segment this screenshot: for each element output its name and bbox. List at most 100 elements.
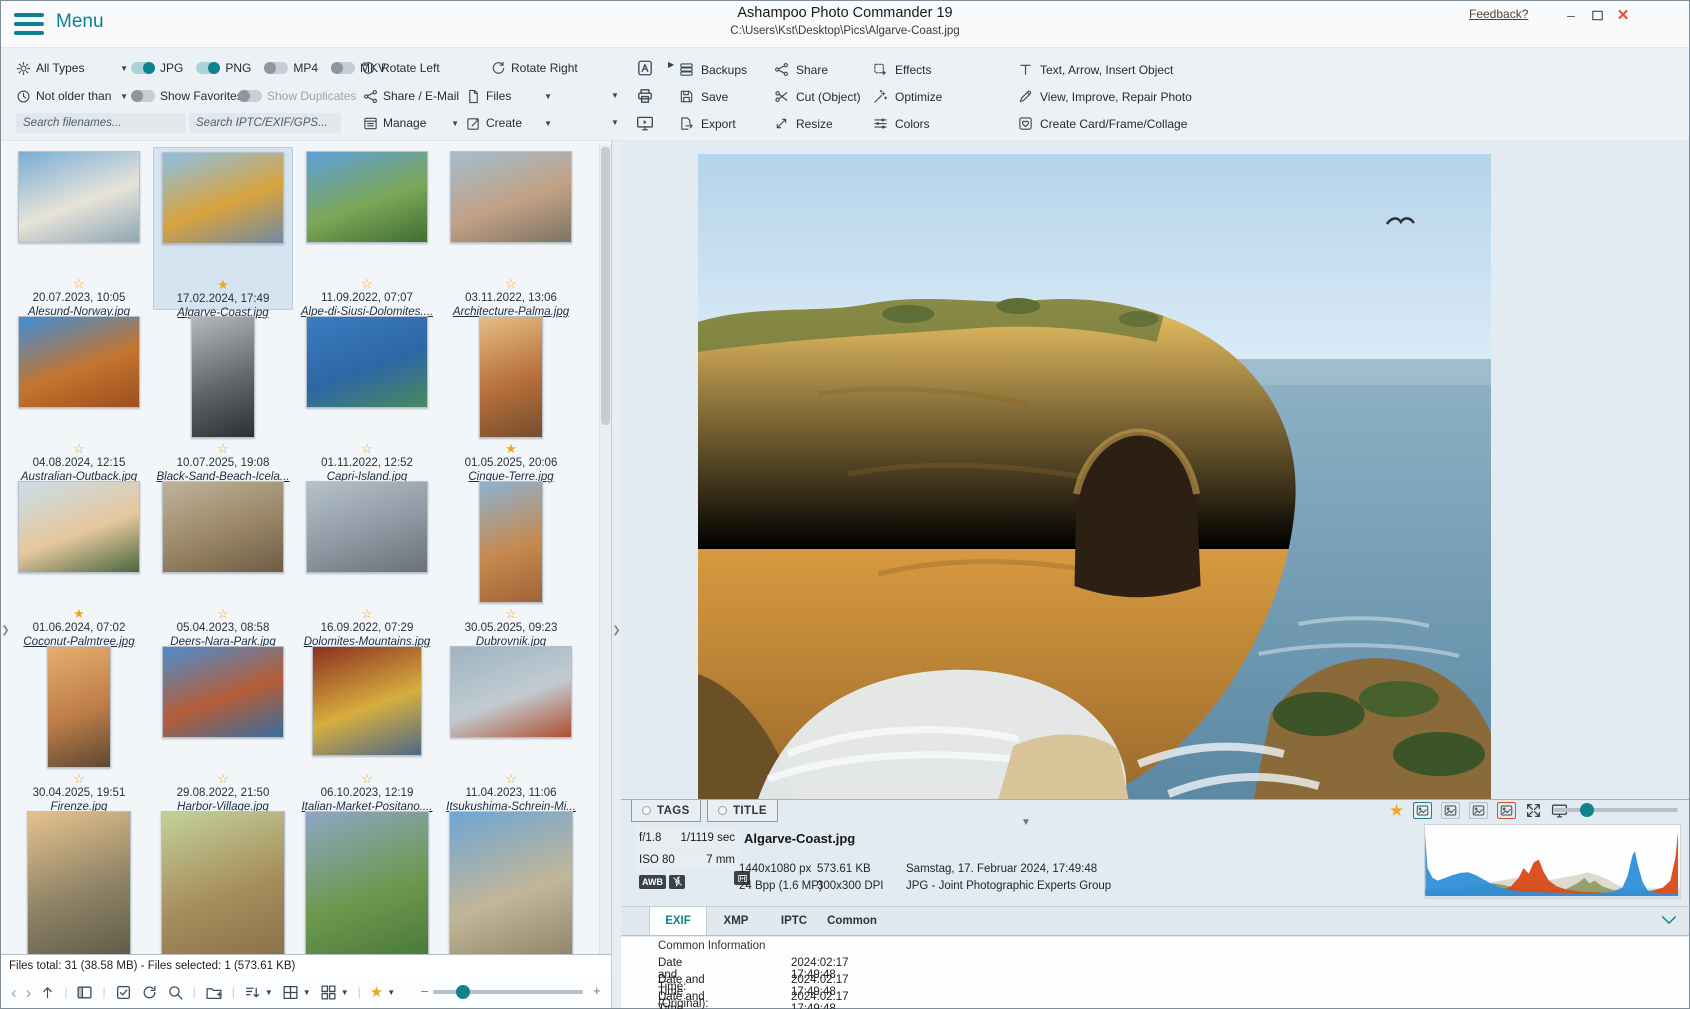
create-button[interactable]: Create ▼ <box>466 111 552 135</box>
files-button[interactable]: Files ▼ <box>466 84 552 108</box>
chevron-down-icon[interactable]: ▼ <box>611 118 619 127</box>
thumbnail-image[interactable] <box>47 646 111 768</box>
minimize-button[interactable]: – <box>1561 6 1581 24</box>
thumbnail-cell[interactable]: ☆05.04.2023, 08:58Deers-Nara-Park.jpg <box>153 477 293 640</box>
preview-zoom-slider[interactable] <box>1554 808 1678 812</box>
rotate-left-button[interactable]: Rotate Left <box>361 56 440 80</box>
thumbnail-image[interactable] <box>312 646 422 756</box>
thumbnail-image[interactable] <box>161 811 285 956</box>
chevron-down-icon[interactable]: ▼ <box>303 988 311 997</box>
thumbnail-cell[interactable]: ★17.02.2024, 17:49Algarve-Coast.jpg <box>153 147 293 310</box>
star-outline-icon[interactable]: ☆ <box>153 772 293 787</box>
export-pdf-button[interactable] <box>636 59 654 77</box>
thumbnail-cell[interactable]: ☆11.04.2023, 11:06Itsukushima-Schrein-Mi… <box>441 642 581 805</box>
thumbnail-image[interactable] <box>191 316 255 438</box>
zoom-in-label[interactable]: + <box>593 983 601 998</box>
share-button[interactable]: Share <box>774 56 861 83</box>
back-button[interactable]: ‹ <box>11 984 17 1001</box>
thumbnail-zoom-slider[interactable] <box>433 990 583 994</box>
thumbnail-image[interactable] <box>450 151 572 243</box>
print-button[interactable] <box>636 87 654 105</box>
menu-button[interactable]: Menu <box>56 11 104 33</box>
thumbnail-cell[interactable]: ☆10.07.2025, 19:08Black-Sand-Beach-Icela… <box>153 312 293 475</box>
view-improve-repair-photo-button[interactable]: View, Improve, Repair Photo <box>1018 83 1192 110</box>
thumbnail-cell[interactable]: ★01.05.2025, 20:06Cinque-Terre.jpg <box>441 312 581 475</box>
thumbnail-cell[interactable]: ☆01.11.2022, 12:52Capri-Island.jpg <box>297 312 437 475</box>
thumbnail-cell[interactable]: ☆04.08.2024, 12:15Australian-Outback.jpg <box>9 312 149 475</box>
save-button[interactable]: Save <box>679 83 747 110</box>
view-mode-3-button[interactable] <box>1469 802 1488 819</box>
thumbnail-image[interactable] <box>18 151 140 243</box>
details-chevron-down-icon[interactable] <box>1659 910 1679 930</box>
thumbnail-image[interactable] <box>305 811 429 956</box>
slider-knob[interactable] <box>456 985 470 999</box>
thumbnail-image[interactable] <box>449 811 573 956</box>
optimize-button[interactable]: Optimize <box>873 83 942 110</box>
thumbnail-cell[interactable] <box>297 807 437 956</box>
thumbnail-image[interactable] <box>18 316 140 408</box>
thumbnail-cell[interactable]: ☆20.07.2023, 10:05Alesund-Norway.jpg <box>9 147 149 310</box>
scrollbar-thumb[interactable] <box>601 147 610 425</box>
scrollbar[interactable] <box>599 145 611 956</box>
star-outline-icon[interactable]: ☆ <box>9 277 149 292</box>
feedback-link[interactable]: Feedback? <box>1469 7 1528 21</box>
slideshow-button[interactable] <box>636 114 654 132</box>
panel-divider[interactable] <box>611 141 621 1008</box>
maximize-button[interactable] <box>1587 6 1607 24</box>
search-button[interactable] <box>167 984 184 1001</box>
thumbnail-cell[interactable]: ★01.06.2024, 07:02Coconut-Palmtree.jpg <box>9 477 149 640</box>
thumbnail-cell[interactable]: ☆30.05.2025, 09:23Dubrovnik.jpg <box>441 477 581 640</box>
star-outline-icon[interactable]: ☆ <box>153 442 293 457</box>
text-arrow-insert-object-button[interactable]: Text, Arrow, Insert Object <box>1018 56 1192 83</box>
chevron-down-icon[interactable]: ▼ <box>265 988 273 997</box>
thumbnail-image[interactable] <box>18 481 140 573</box>
left-panel-expand-handle[interactable]: ❯ <box>1 619 10 643</box>
effects-button[interactable]: Effects <box>873 56 942 83</box>
thumbnail-image[interactable] <box>306 151 428 243</box>
menu-hamburger-icon[interactable] <box>14 13 44 35</box>
chevron-down-icon[interactable]: ▼ <box>387 988 395 997</box>
star-outline-icon[interactable]: ☆ <box>153 607 293 622</box>
star-outline-icon[interactable]: ☆ <box>297 442 437 457</box>
date-filter[interactable]: Not older than ▼ <box>16 84 128 108</box>
star-outline-icon[interactable]: ☆ <box>9 772 149 787</box>
cut-object-button[interactable]: Cut (Object) <box>774 83 861 110</box>
details-tab-xmp[interactable]: XMP <box>707 907 765 935</box>
resize-button[interactable]: Resize <box>774 110 861 137</box>
thumbnail-image[interactable] <box>450 646 572 738</box>
preview-photo[interactable] <box>698 154 1491 799</box>
star-outline-icon[interactable]: ☆ <box>9 442 149 457</box>
thumbnail-image[interactable] <box>479 481 543 603</box>
thumbnail-image[interactable] <box>162 152 284 244</box>
toolbar-section-handle[interactable]: ▶ <box>668 60 674 69</box>
search-filenames-input[interactable] <box>16 113 186 133</box>
backups-button[interactable]: Backups <box>679 56 747 83</box>
thumbnail-cell[interactable]: ☆30.04.2025, 19:51Firenze.jpg <box>9 642 149 805</box>
format-toggle-png[interactable]: PNG <box>196 61 251 75</box>
details-tab-iptc[interactable]: IPTC <box>765 907 823 935</box>
format-toggle-jpg[interactable]: JPG <box>131 61 183 75</box>
export-button[interactable]: Export <box>679 110 747 137</box>
view-mode-original-button[interactable] <box>1497 802 1516 819</box>
panel-layout-button[interactable] <box>76 984 93 1001</box>
thumbnail-cell[interactable] <box>153 807 293 956</box>
tab-title[interactable]: TITLE <box>707 800 778 822</box>
format-toggle-mp4[interactable]: MP4 <box>264 61 318 75</box>
favorite-star-icon[interactable]: ★ <box>1389 802 1404 819</box>
star-outline-icon[interactable]: ☆ <box>297 772 437 787</box>
new-folder-button[interactable] <box>205 984 223 1001</box>
zoom-out-label[interactable]: – <box>421 983 428 998</box>
chevron-down-icon[interactable]: ▼ <box>611 91 619 100</box>
star-outline-icon[interactable]: ☆ <box>297 277 437 292</box>
sort-button[interactable] <box>244 984 261 1001</box>
thumbnail-cell[interactable]: ☆03.11.2022, 13:06Architecture-Palma.jpg <box>441 147 581 310</box>
star-outline-icon[interactable]: ☆ <box>441 772 581 787</box>
colors-button[interactable]: Colors <box>873 110 942 137</box>
slider-knob[interactable] <box>1580 803 1594 817</box>
search-metadata-input[interactable] <box>189 113 341 133</box>
thumbnail-cell[interactable]: ☆11.09.2022, 07:07Alpe-di-Siusi-Dolomite… <box>297 147 437 310</box>
star-filled-icon[interactable]: ★ <box>441 442 581 457</box>
thumbnail-image[interactable] <box>306 316 428 408</box>
tab-tags[interactable]: TAGS <box>631 800 701 822</box>
share-email-button[interactable]: Share / E-Mail <box>363 84 459 108</box>
